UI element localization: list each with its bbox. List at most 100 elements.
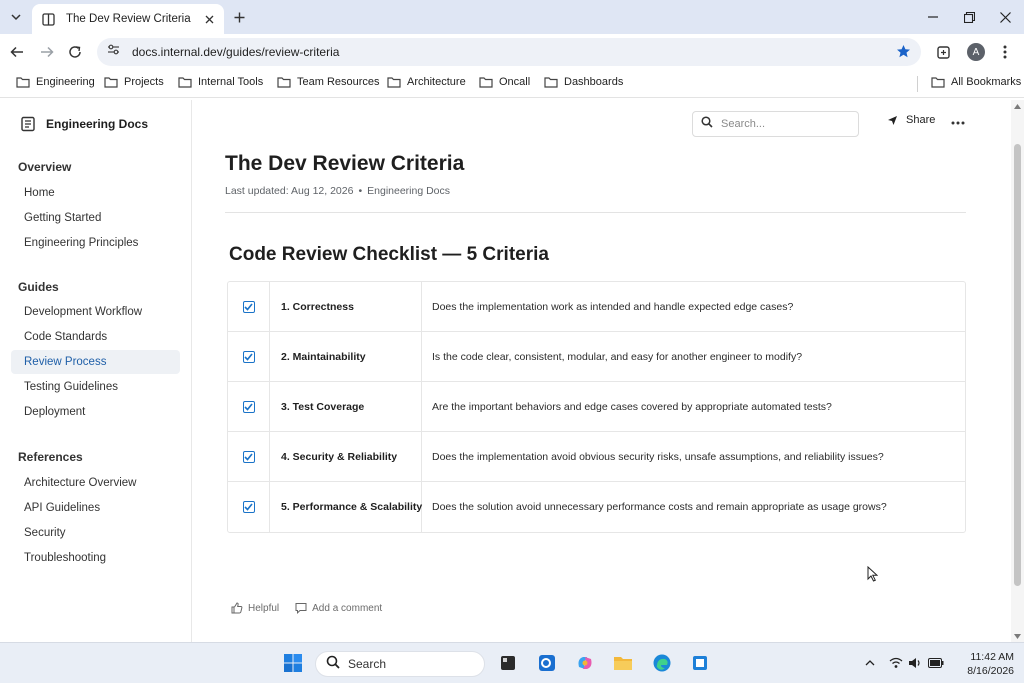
share-icon	[887, 115, 898, 126]
bookmark-folder[interactable]: Projects	[104, 76, 164, 88]
start-windows-icon[interactable]	[282, 652, 304, 674]
copilot-app-icon[interactable]	[574, 652, 596, 674]
title-divider	[225, 212, 966, 213]
sidebar-item-deployment[interactable]: Deployment	[11, 400, 180, 424]
sidebar-item-engineering-principles[interactable]: Engineering Principles	[11, 231, 180, 255]
bookmark-label: Internal Tools	[198, 76, 264, 88]
folder-icon	[16, 76, 30, 88]
brand[interactable]: Engineering Docs	[20, 116, 148, 132]
docs-search-input[interactable]: Search...	[692, 111, 859, 137]
criteria-description: Does the implementation avoid obvious se…	[432, 450, 884, 463]
sidebar-section-overview: Overview	[18, 160, 72, 174]
criteria-row: 4. Security & Reliability Does the implem…	[228, 432, 965, 482]
criteria-name: 4. Security & Reliability	[270, 432, 422, 481]
window-close-icon[interactable]	[994, 6, 1016, 28]
minimize-icon[interactable]	[922, 6, 944, 28]
bookmark-label: Oncall	[499, 76, 531, 88]
active-tab[interactable]: The Dev Review Criteria	[32, 4, 224, 34]
bookmark-folder[interactable]: Team Resources	[277, 76, 380, 88]
bookmark-label: Team Resources	[297, 76, 380, 88]
taskbar-search-icon	[326, 655, 340, 674]
bookmarks-divider	[917, 76, 918, 92]
share-button[interactable]: Share	[887, 114, 935, 126]
sidebar-item-security[interactable]: Security	[11, 521, 180, 545]
taskbar-search[interactable]: Search	[315, 651, 485, 677]
battery-icon[interactable]	[928, 655, 944, 671]
criteria-row: 1. Correctness Does the implementation wo…	[228, 282, 965, 332]
sidebar-item-getting-started[interactable]: Getting Started	[11, 206, 180, 230]
criteria-checkbox[interactable]	[242, 300, 255, 313]
extensions-icon[interactable]	[932, 41, 954, 63]
sidebar-item-code-standards[interactable]: Code Standards	[11, 325, 180, 349]
forward-arrow-icon[interactable]	[36, 41, 58, 63]
sidebar-item-api-guidelines[interactable]: API Guidelines	[11, 496, 180, 520]
all-bookmarks[interactable]: All Bookmarks	[931, 76, 1021, 88]
edge-browser-icon[interactable]	[651, 652, 673, 674]
brand-name: Engineering Docs	[46, 117, 149, 131]
criteria-checkbox[interactable]	[242, 400, 255, 413]
sidebar-item-testing-guidelines[interactable]: Testing Guidelines	[11, 375, 180, 399]
sidebar-item-review-process[interactable]: Review Process	[11, 350, 180, 374]
bookmark-label: Projects	[124, 76, 164, 88]
volume-icon[interactable]	[907, 655, 923, 671]
section-title: Code Review Checklist — 5 Criteria	[229, 244, 549, 265]
doc-space[interactable]: Engineering Docs	[367, 185, 450, 197]
search-placeholder: Search...	[721, 118, 766, 130]
back-arrow-icon[interactable]	[6, 41, 28, 63]
outlook-app-icon[interactable]	[536, 652, 558, 674]
bookmark-folder[interactable]: Engineering	[16, 76, 95, 88]
browser-toolbar: docs.internal.dev/guides/review-criteria…	[0, 34, 1024, 70]
helpful-button[interactable]: Helpful	[231, 602, 279, 614]
sidebar-item-home[interactable]: Home	[11, 181, 180, 205]
more-options-icon[interactable]	[949, 114, 967, 132]
last-updated: Last updated: Aug 12, 2026	[225, 185, 354, 197]
terminal-app-icon[interactable]	[497, 652, 519, 674]
new-tab-plus-icon[interactable]	[230, 8, 248, 26]
store-app-icon[interactable]	[689, 652, 711, 674]
bookmark-label: Architecture	[407, 76, 466, 88]
criteria-checkbox-cell	[228, 482, 270, 532]
mouse-cursor-icon	[867, 565, 879, 587]
criteria-checkbox[interactable]	[242, 350, 255, 363]
reload-icon[interactable]	[64, 41, 86, 63]
sidebar-item-troubleshooting[interactable]: Troubleshooting	[11, 546, 180, 570]
taskbar: Search 11:42 AM 8/16/2026	[0, 642, 1024, 683]
restore-icon[interactable]	[958, 6, 980, 28]
scrollbar-thumb[interactable]	[1014, 144, 1021, 586]
address-bar[interactable]: docs.internal.dev/guides/review-criteria	[97, 38, 921, 66]
profile-initial: A	[967, 43, 985, 61]
page-scrollbar[interactable]	[1011, 100, 1024, 642]
docs-sidebar: Engineering Docs Overview Home Getting S…	[0, 100, 192, 642]
bookmark-star-icon[interactable]	[896, 44, 911, 64]
folder-icon	[544, 76, 558, 88]
checkmark-icon	[244, 352, 253, 361]
tab-search-chevron-icon[interactable]	[6, 7, 26, 27]
bookmark-label: Engineering	[36, 76, 95, 88]
tray-chevron-up-icon[interactable]	[862, 655, 878, 671]
bookmark-folder[interactable]: Internal Tools	[178, 76, 263, 88]
browser-menu-icon[interactable]	[994, 41, 1016, 63]
sidebar-item-architecture-overview[interactable]: Architecture Overview	[11, 471, 180, 495]
url-text: docs.internal.dev/guides/review-criteria	[132, 45, 340, 59]
criteria-name: 5. Performance & Scalability	[270, 482, 422, 532]
criteria-checkbox-cell	[228, 432, 270, 481]
criteria-checkbox[interactable]	[242, 450, 255, 463]
file-explorer-icon[interactable]	[612, 652, 634, 674]
sidebar-item-development-workflow[interactable]: Development Workflow	[11, 300, 180, 324]
criteria-checkbox[interactable]	[242, 501, 255, 513]
criteria-checkbox-cell	[228, 332, 270, 381]
bookmark-folder[interactable]: Dashboards	[544, 76, 623, 88]
add-comment-button[interactable]: Add a comment	[295, 602, 382, 614]
main-content: Search... Share The Dev Review Criteria …	[193, 100, 1011, 642]
folder-icon	[931, 76, 945, 88]
scroll-up-arrow-icon[interactable]	[1013, 102, 1022, 110]
bookmark-folder[interactable]: Architecture	[387, 76, 466, 88]
docs-favicon-icon	[42, 12, 56, 26]
tab-close-icon[interactable]	[202, 12, 216, 26]
bookmark-folder[interactable]: Oncall	[479, 76, 530, 88]
site-settings-icon[interactable]	[107, 43, 120, 61]
wifi-icon[interactable]	[888, 655, 904, 671]
taskbar-clock[interactable]: 11:42 AM 8/16/2026	[952, 650, 1014, 678]
scroll-down-arrow-icon[interactable]	[1013, 632, 1022, 640]
profile-avatar[interactable]: A	[965, 41, 987, 63]
